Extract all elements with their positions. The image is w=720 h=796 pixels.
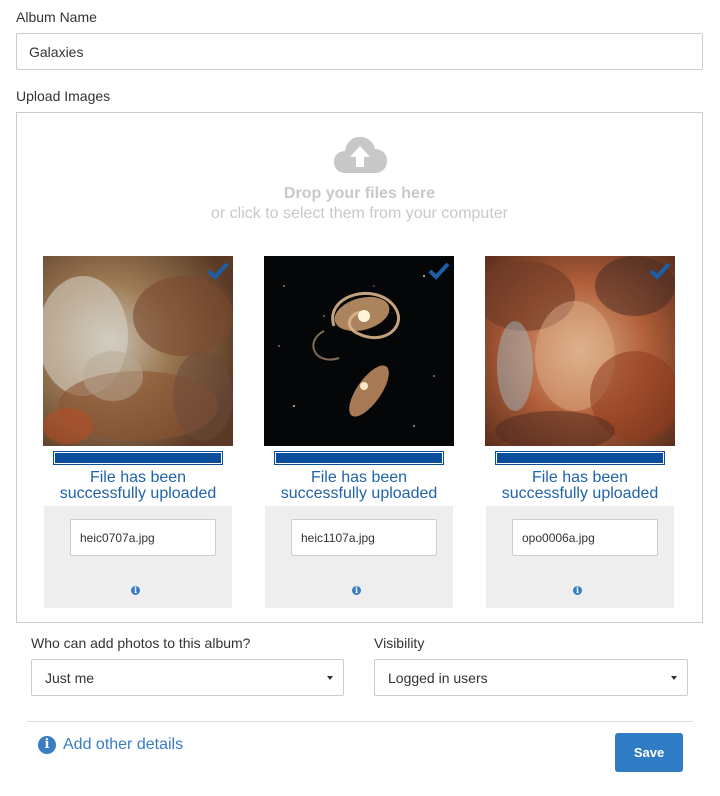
upload-status-2: File has been successfully uploaded [280, 469, 438, 502]
upload-status-3: File has been successfully uploaded [501, 469, 659, 502]
visibility-selected-value: Logged in users [388, 669, 488, 686]
drop-files-subtitle: or click to select them from your comput… [211, 205, 508, 222]
upload-progress-fill-3 [497, 453, 663, 463]
chevron-down-icon [327, 676, 333, 680]
visibility-select[interactable]: Logged in users [374, 659, 688, 696]
thumbnail-nebula-3 [475, 256, 680, 451]
album-name-input[interactable]: Galaxies [16, 33, 703, 70]
info-icon[interactable]: i [131, 586, 140, 595]
upload-progress-bar-1 [53, 451, 223, 465]
filename-input-3[interactable]: opo0006a.jpg [512, 519, 658, 556]
upload-status-1: File has been successfully uploaded [59, 469, 217, 502]
permissions-label: Who can add photos to this album? [31, 635, 251, 651]
filename-input-1[interactable]: heic0707a.jpg [70, 519, 216, 556]
upload-success-check-icon [649, 262, 671, 280]
info-icon[interactable]: i [352, 586, 361, 595]
file-preview-3 [475, 256, 680, 451]
visibility-label: Visibility [374, 635, 425, 651]
chevron-down-icon [671, 676, 677, 680]
thumbnail-galaxy-2 [264, 256, 454, 446]
file-preview-1 [38, 256, 233, 451]
add-details-link[interactable]: i Add other details [38, 736, 183, 754]
album-name-label: Album Name [16, 9, 97, 25]
upload-images-label: Upload Images [16, 88, 111, 104]
file-meta-panel-3: opo0006a.jpg i [486, 506, 674, 608]
add-details-text: Add other details [63, 736, 184, 753]
file-meta-panel-1: heic0707a.jpg i [44, 506, 232, 608]
permissions-selected-value: Just me [45, 669, 95, 686]
cloud-upload-icon [333, 136, 387, 173]
upload-progress-bar-3 [495, 451, 665, 465]
permissions-select[interactable]: Just me [31, 659, 344, 696]
save-button[interactable]: Save [615, 733, 683, 772]
thumbnail-nebula-1 [38, 256, 233, 446]
drop-files-title: Drop your files here [283, 185, 436, 202]
file-preview-2 [264, 256, 454, 451]
upload-progress-fill-1 [55, 453, 221, 463]
info-icon: i [38, 736, 56, 754]
filename-input-2[interactable]: heic1107a.jpg [291, 519, 437, 556]
upload-success-check-icon [207, 262, 229, 280]
upload-progress-fill-2 [276, 453, 442, 463]
info-icon[interactable]: i [573, 586, 582, 595]
upload-success-check-icon [428, 262, 450, 280]
footer-divider [27, 721, 693, 722]
upload-progress-bar-2 [274, 451, 444, 465]
file-meta-panel-2: heic1107a.jpg i [265, 506, 453, 608]
